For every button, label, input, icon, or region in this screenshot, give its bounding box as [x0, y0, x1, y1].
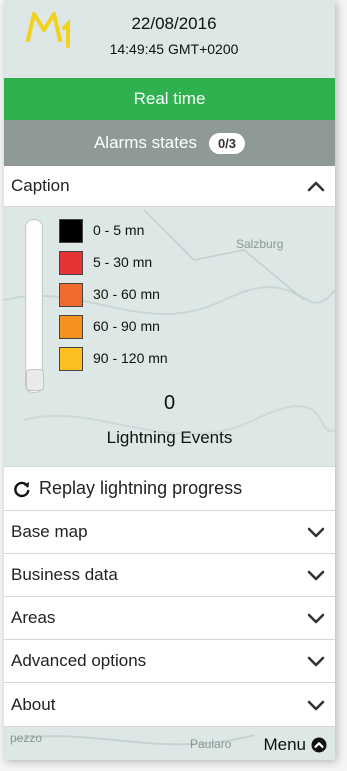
current-time: 14:49:45 GMT+0200	[109, 41, 239, 57]
slider-handle[interactable]	[26, 369, 44, 391]
replay-lightning-button[interactable]: Replay lightning progress	[4, 466, 335, 510]
section-business-data[interactable]: Business data	[4, 553, 335, 596]
section-areas[interactable]: Areas	[4, 596, 335, 639]
legend-swatch	[59, 219, 83, 243]
caption-section-header[interactable]: Caption	[4, 166, 335, 207]
map-label: Salzburg	[236, 237, 284, 251]
section-label: Business data	[11, 565, 118, 584]
section-label: Base map	[11, 522, 88, 541]
map-label: Paularo	[190, 737, 232, 751]
header: 22/08/2016 14:49:45 GMT+0200	[4, 0, 335, 78]
lightning-events-label: Lightning Events	[106, 428, 233, 447]
section-advanced-options[interactable]: Advanced options	[4, 639, 335, 682]
alarms-states-button[interactable]: Alarms states 0/3	[4, 120, 335, 166]
real-time-label: Real time	[133, 89, 206, 108]
replay-lightning-label: Replay lightning progress	[39, 478, 243, 498]
legend-label: 60 - 90 mn	[93, 318, 160, 334]
legend-swatch	[59, 251, 83, 275]
legend-label: 5 - 30 mn	[93, 254, 153, 270]
caption-body: 0 - 5 mn 5 - 30 mn 30 - 60 mn 60 - 90 mn…	[4, 207, 335, 465]
chevron-down-icon[interactable]	[307, 569, 325, 581]
map-label: pezzo	[10, 731, 43, 745]
time-range-slider[interactable]	[25, 219, 43, 393]
footer: pezzo Paularo Menu	[4, 727, 335, 760]
current-date: 22/08/2016	[131, 14, 217, 33]
chevron-down-icon[interactable]	[307, 526, 325, 538]
section-label: About	[11, 694, 56, 714]
legend-label: 30 - 60 mn	[93, 286, 160, 302]
section-about[interactable]: About	[4, 682, 335, 727]
chevron-up-circle-icon	[311, 737, 327, 753]
legend-swatch	[59, 315, 83, 339]
alarms-states-label: Alarms states	[93, 133, 197, 152]
section-label: Advanced options	[11, 651, 147, 670]
alarms-count-badge: 0/3	[208, 132, 246, 154]
section-base-map[interactable]: Base map	[4, 510, 335, 553]
chevron-down-icon[interactable]	[307, 612, 325, 624]
side-panel: 22/08/2016 14:49:45 GMT+0200 Real time A…	[4, 0, 335, 760]
chevron-down-icon[interactable]	[307, 699, 325, 711]
section-label: Areas	[11, 608, 56, 627]
lightning-event-count: 0	[163, 392, 176, 414]
legend-swatch	[59, 347, 83, 371]
legend-label: 90 - 120 mn	[93, 350, 168, 366]
menu-label: Menu	[263, 735, 306, 754]
menu-button[interactable]: Menu	[263, 735, 327, 755]
refresh-icon	[13, 480, 31, 498]
caption-title: Caption	[11, 176, 70, 195]
chevron-up-icon[interactable]	[307, 180, 325, 192]
legend-swatch	[59, 283, 83, 307]
chevron-down-icon[interactable]	[307, 655, 325, 667]
legend-label: 0 - 5 mn	[93, 222, 145, 238]
real-time-button[interactable]: Real time	[4, 78, 335, 120]
